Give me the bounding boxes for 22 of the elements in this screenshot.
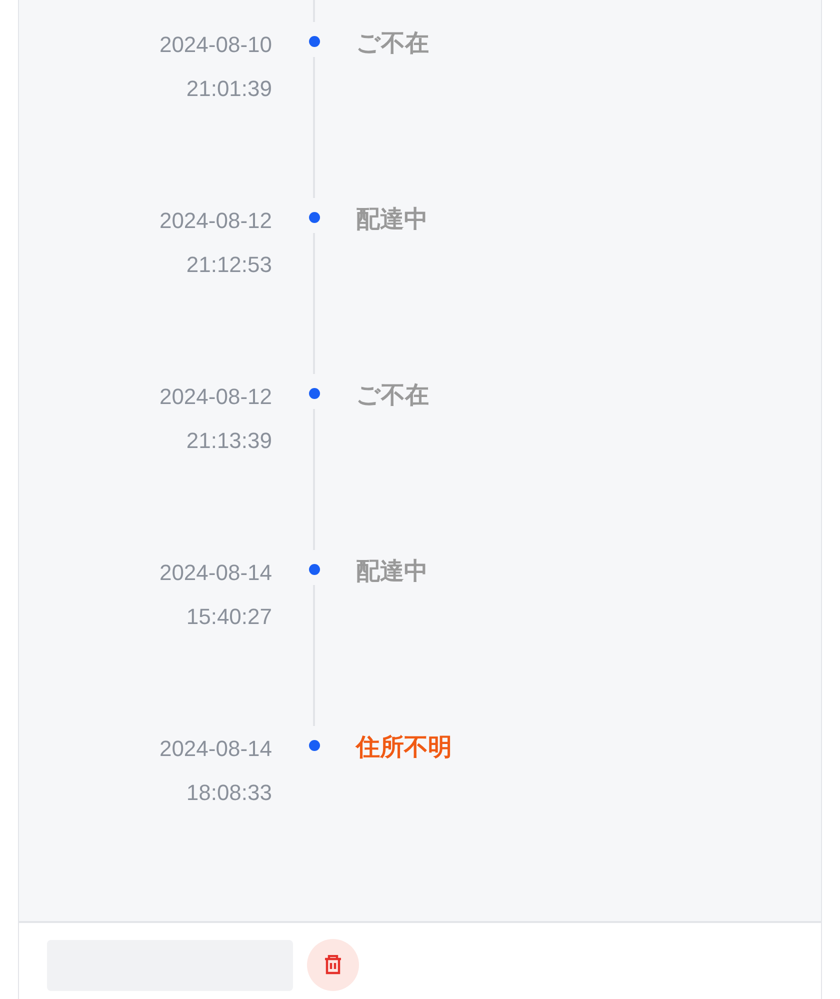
event-status: ご不在 xyxy=(356,29,429,59)
event-time: 21:12:53 xyxy=(186,251,272,279)
timeline-dot xyxy=(308,36,320,47)
event-time: 18:08:33 xyxy=(186,779,272,807)
event-status: 配達中 xyxy=(356,205,428,235)
event-status: ご不在 xyxy=(356,381,429,411)
event-time: 15:40:27 xyxy=(186,603,272,631)
event-date: 2024-08-12 xyxy=(159,207,272,235)
event-time: 21:13:39 xyxy=(186,427,272,455)
event-date: 2024-08-14 xyxy=(159,735,272,763)
event-date: 2024-08-14 xyxy=(159,559,272,587)
event-status: 配達中 xyxy=(356,557,428,587)
timeline-dot xyxy=(308,388,320,399)
delete-button[interactable] xyxy=(307,939,359,991)
event-status: 住所不明 xyxy=(356,733,452,763)
event-date: 2024-08-12 xyxy=(159,383,272,411)
event-date: 2024-08-10 xyxy=(159,31,272,59)
timeline-dot xyxy=(308,564,320,575)
trash-icon xyxy=(324,955,342,975)
timeline-dot xyxy=(308,212,320,223)
timeline-dot xyxy=(308,740,320,751)
event-time: 21:01:39 xyxy=(186,75,272,103)
